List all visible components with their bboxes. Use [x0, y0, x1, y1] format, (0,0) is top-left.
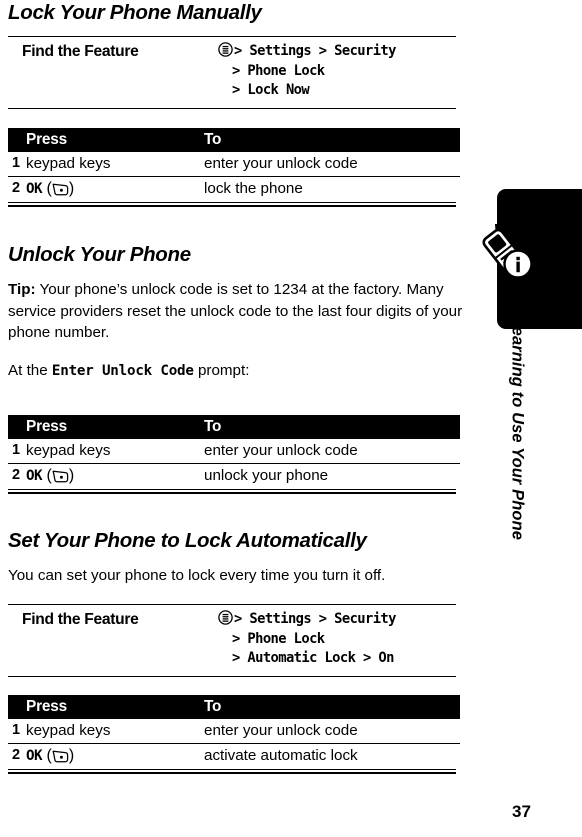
table-row: 1 keypad keys enter your unlock code [8, 152, 460, 177]
phone-info-icon [478, 221, 540, 286]
table-header-row: Press To [8, 415, 460, 439]
table-bottom-rule [8, 769, 456, 774]
menu-path-line-1: > Settings > Security [234, 611, 396, 627]
row-number: 1 [8, 152, 26, 177]
find-the-feature-block-1: Find the Feature > Settings > Security >… [8, 36, 456, 109]
table-row: 1 keypad keys enter your unlock code [8, 719, 460, 744]
column-header-number [8, 415, 26, 439]
left-soft-key-icon [52, 183, 69, 196]
table-row: 2 OK () activate automatic lock [8, 744, 460, 770]
table-row: 1 keypad keys enter your unlock code [8, 439, 460, 464]
row-to: enter your unlock code [204, 439, 460, 464]
row-to: enter your unlock code [204, 719, 460, 744]
prompt-paragraph: At the Enter Unlock Code prompt: [8, 360, 463, 383]
menu-path-2: > Settings > Security > Phone Lock > Aut… [218, 610, 456, 669]
table-header-row: Press To [8, 695, 460, 719]
row-press: OK () [26, 747, 75, 764]
menu-path-line-2: > Phone Lock [232, 62, 325, 79]
row-number: 1 [8, 719, 26, 744]
row-number: 1 [8, 439, 26, 464]
row-to: lock the phone [204, 180, 303, 197]
press-to-table-2: Press To 1 keypad keys enter your unlock… [8, 415, 460, 494]
find-the-feature-label: Find the Feature [22, 43, 139, 60]
row-press: keypad keys [26, 152, 204, 177]
tip-label: Tip: [8, 281, 36, 298]
manual-page: Lock Your Phone Manually Find the Featur… [0, 0, 582, 837]
prompt-prefix: At the [8, 362, 52, 379]
page-number: 37 [512, 802, 531, 821]
row-to: unlock your phone [204, 467, 329, 484]
row-press: OK () [26, 180, 75, 197]
prompt-suffix: prompt: [193, 362, 250, 379]
menu-key-icon [218, 610, 233, 625]
menu-path-line-2: > Phone Lock [232, 630, 325, 647]
table-bottom-rule [8, 489, 456, 494]
section-heading-auto-lock: Set Your Phone to Lock Automatically [8, 529, 367, 552]
row-press: keypad keys [26, 439, 204, 464]
left-soft-key-icon [52, 750, 69, 763]
column-header-to: To [204, 415, 460, 439]
table-bottom-rule [8, 202, 456, 207]
menu-path-line-3: > Lock Now [232, 82, 310, 98]
chapter-tab-label: Learning to Use Your Phone [508, 316, 527, 541]
press-to-table-1: Press To 1 keypad keys enter your unlock… [8, 128, 460, 207]
tip-paragraph: Tip: Your phone’s unlock code is set to … [8, 279, 463, 344]
row-to: enter your unlock code [204, 152, 460, 177]
row-press: OK () [26, 467, 75, 484]
column-header-press: Press [26, 128, 204, 152]
table-row: 2 OK () unlock your phone [8, 464, 460, 490]
column-header-press: Press [26, 415, 204, 439]
row-to: activate automatic lock [204, 747, 358, 764]
find-the-feature-block-2: Find the Feature > Settings > Security >… [8, 604, 456, 677]
row-press: keypad keys [26, 719, 204, 744]
menu-key-icon [218, 42, 233, 57]
menu-path-line-1: > Settings > Security [234, 43, 396, 59]
table-header-row: Press To [8, 128, 460, 152]
ok-key-label: OK [26, 468, 43, 484]
auto-lock-intro: You can set your phone to lock every tim… [8, 567, 386, 584]
column-header-to: To [204, 695, 460, 719]
rule [8, 107, 456, 109]
left-soft-key-icon [52, 470, 69, 483]
section-heading-lock-manually: Lock Your Phone Manually [8, 1, 262, 24]
ok-key-label: OK [26, 748, 43, 764]
column-header-number [8, 128, 26, 152]
ok-key-label: OK [26, 181, 43, 197]
menu-path-1: > Settings > Security > Phone Lock > Loc… [218, 42, 456, 101]
section-heading-unlock: Unlock Your Phone [8, 243, 191, 266]
table-row: 2 OK () lock the phone [8, 177, 460, 203]
row-number: 2 [12, 747, 21, 763]
press-to-table-3: Press To 1 keypad keys enter your unlock… [8, 695, 460, 774]
row-number: 2 [12, 467, 21, 483]
column-header-number [8, 695, 26, 719]
column-header-to: To [204, 128, 460, 152]
tip-text: Your phone’s unlock code is set to 1234 … [8, 281, 463, 341]
menu-path-line-3: > Automatic Lock > On [232, 650, 394, 666]
row-number: 2 [12, 180, 21, 196]
rule [8, 675, 456, 677]
prompt-screen-text: Enter Unlock Code [51, 363, 194, 379]
find-the-feature-label: Find the Feature [22, 611, 139, 628]
column-header-press: Press [26, 695, 204, 719]
